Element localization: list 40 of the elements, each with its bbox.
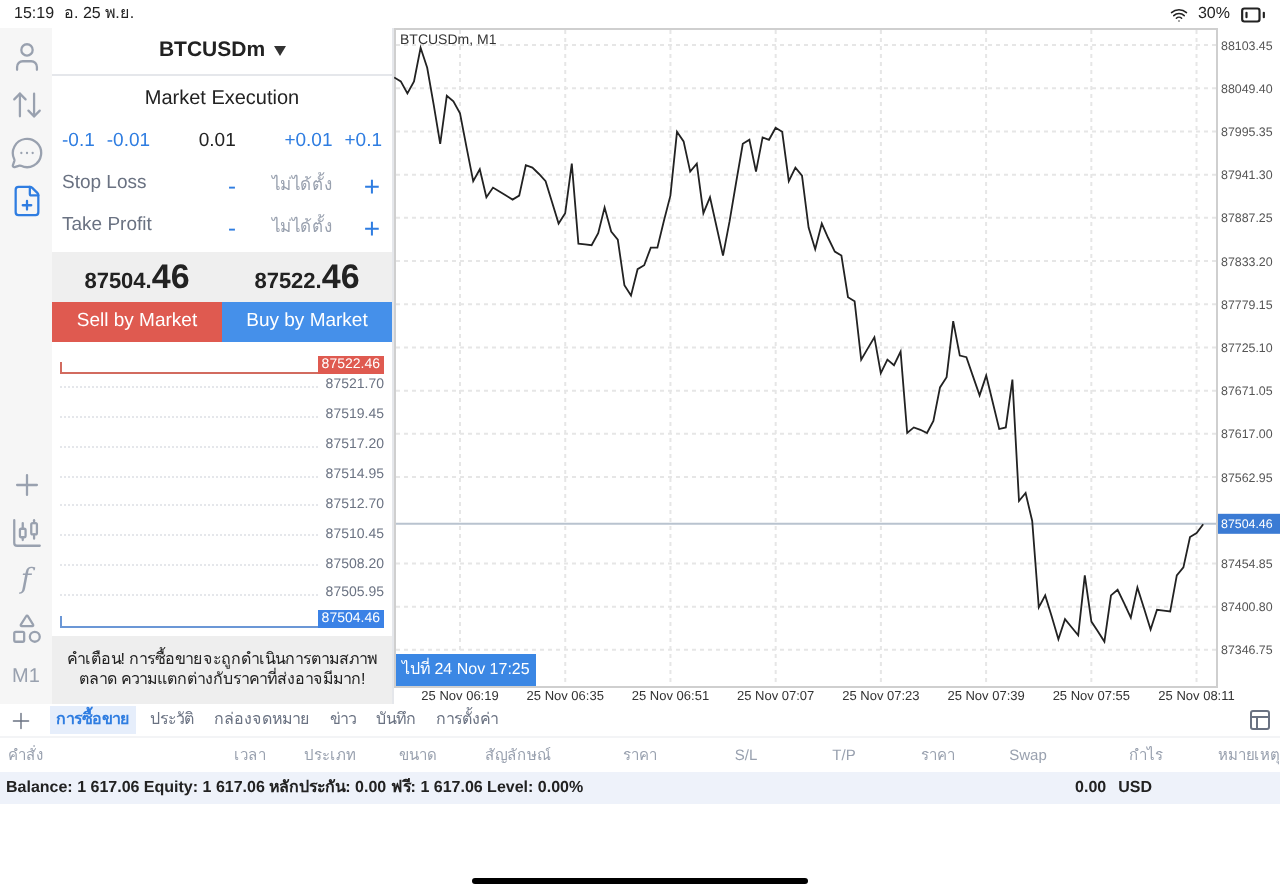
- execution-type: Market Execution: [142, 85, 302, 113]
- increase-button[interactable]: +: [362, 171, 382, 199]
- profit-value: 0.00: [1075, 776, 1107, 800]
- account-summary: Balance: 1 617.06 Equity: 1 617.06 หลักประกัน: 0.00 ฟรี: 1 617.06 Level: 0.00%: [6, 776, 584, 800]
- status-date: อ. 25 พ.ย.: [64, 2, 135, 26]
- bottom-tab[interactable]: บันทึก: [370, 706, 422, 734]
- sell-button[interactable]: Sell by Market: [52, 302, 222, 342]
- decrease-button[interactable]: -: [222, 209, 242, 245]
- ask-price: 87522.46: [254, 255, 360, 300]
- bid-price: 87504.46: [84, 255, 190, 300]
- status-time: 15:19: [14, 2, 55, 26]
- level-value[interactable]: ไม่ได้ตั้ง: [242, 172, 362, 198]
- volume-value[interactable]: 0.01: [198, 127, 236, 157]
- level-label: Take Profit: [62, 212, 154, 241]
- symbol-selector[interactable]: BTCUSDm: [52, 28, 392, 76]
- bottom-tab[interactable]: การตั้งค่า: [430, 706, 504, 734]
- level-label: Stop Loss: [62, 170, 149, 199]
- increase-button[interactable]: +: [362, 213, 382, 241]
- bottom-tab[interactable]: ข่าว: [324, 706, 362, 734]
- warning-message: คำเตือน! การซื้อขายจะถูกดำเนินการตามสภาพตลาด ความแตกต่างกับราคาที่ส่งอาจมีมาก!: [52, 636, 392, 704]
- volume-step-button[interactable]: -0.1: [62, 127, 95, 157]
- tool-glyph[interactable]: M1: [12, 652, 40, 700]
- add-icon[interactable]: [8, 707, 34, 733]
- battery-percent: 30%: [1197, 2, 1230, 26]
- layout-icon[interactable]: [1248, 708, 1272, 732]
- bottom-tab[interactable]: กล่องจดหมาย: [208, 706, 316, 734]
- volume-step-button[interactable]: +0.1: [344, 127, 382, 157]
- buy-button[interactable]: Buy by Market: [222, 302, 392, 342]
- bottom-tab[interactable]: การซื้อขาย: [50, 706, 136, 734]
- caret-icon: [273, 46, 286, 56]
- level-value[interactable]: ไม่ได้ตั้ง: [242, 214, 362, 240]
- volume-step-button[interactable]: +0.01: [284, 127, 333, 157]
- bottom-tab[interactable]: ประวัติ: [144, 706, 200, 734]
- tool-glyph[interactable]: f: [20, 556, 32, 604]
- currency: USD: [1118, 776, 1152, 800]
- volume-step-button[interactable]: -0.01: [106, 127, 151, 157]
- battery-icon: [1240, 1, 1266, 27]
- wifi-icon: [1169, 5, 1188, 23]
- goto-button[interactable]: ไปที่ 24 Nov 17:25: [396, 654, 536, 686]
- decrease-button[interactable]: -: [222, 167, 242, 203]
